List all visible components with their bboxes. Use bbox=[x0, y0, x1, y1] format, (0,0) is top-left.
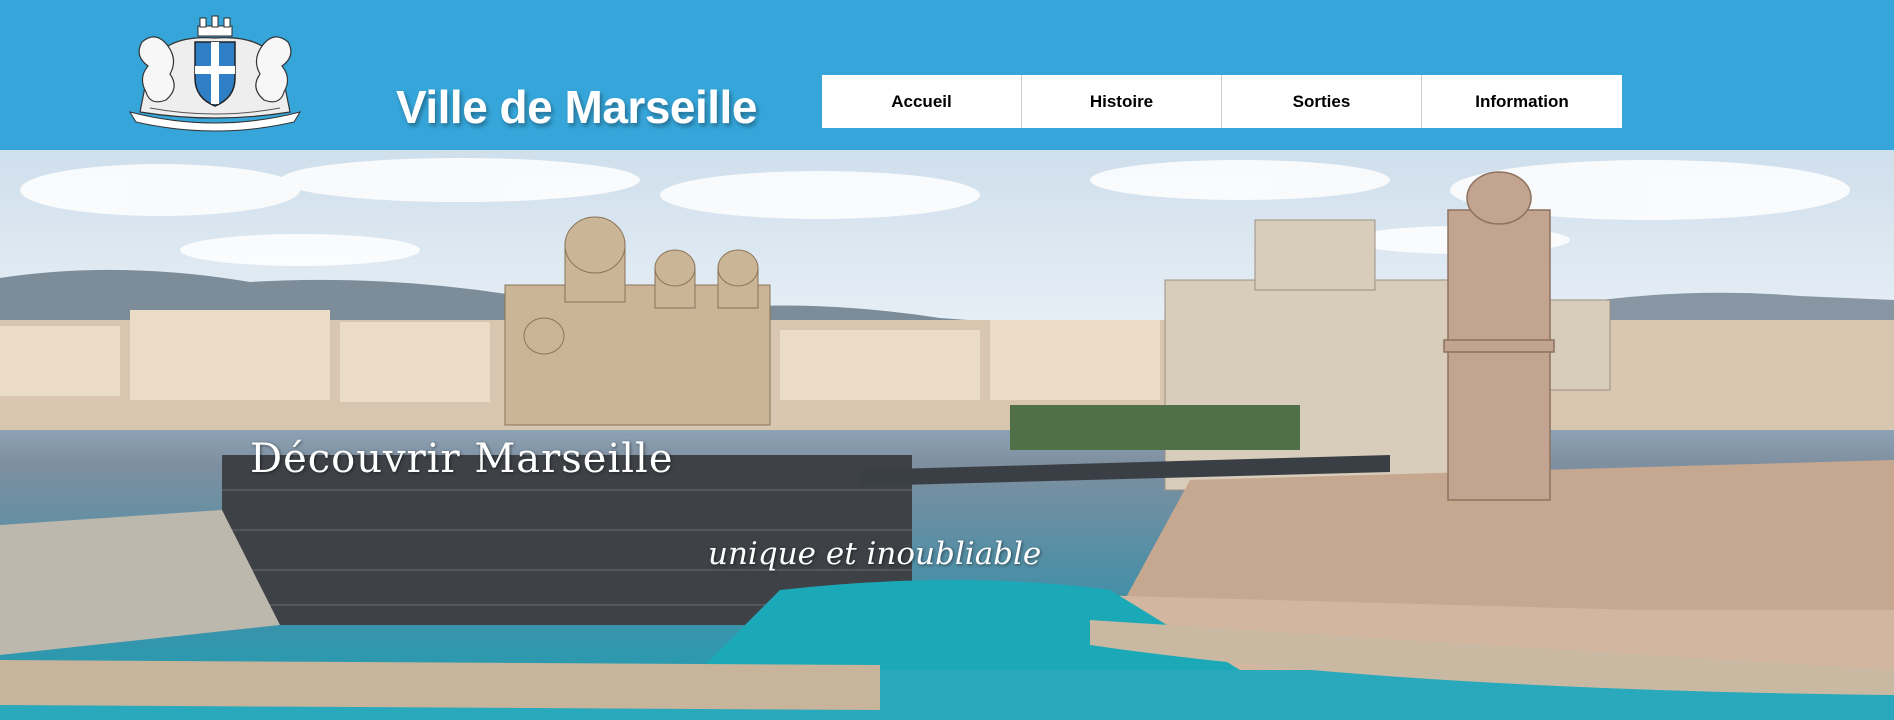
main-nav: Accueil Histoire Sorties Information bbox=[822, 75, 1622, 128]
site-title: Ville de Marseille bbox=[396, 81, 757, 133]
coat-of-arms-icon[interactable] bbox=[120, 12, 310, 134]
hero-tagline: unique et inoubliable bbox=[708, 536, 1042, 572]
nav-item-sorties[interactable]: Sorties bbox=[1222, 75, 1422, 128]
hero-title: Découvrir Marseille bbox=[250, 436, 674, 482]
marseille-panorama-image bbox=[0, 158, 1894, 720]
nav-item-histoire[interactable]: Histoire bbox=[1022, 75, 1222, 128]
nav-item-information[interactable]: Information bbox=[1422, 75, 1622, 128]
nav-item-accueil[interactable]: Accueil bbox=[822, 75, 1022, 128]
hero-banner: Découvrir Marseille unique et inoubliabl… bbox=[0, 150, 1894, 720]
site-header: Ville de Marseille Accueil Histoire Sort… bbox=[0, 0, 1894, 150]
